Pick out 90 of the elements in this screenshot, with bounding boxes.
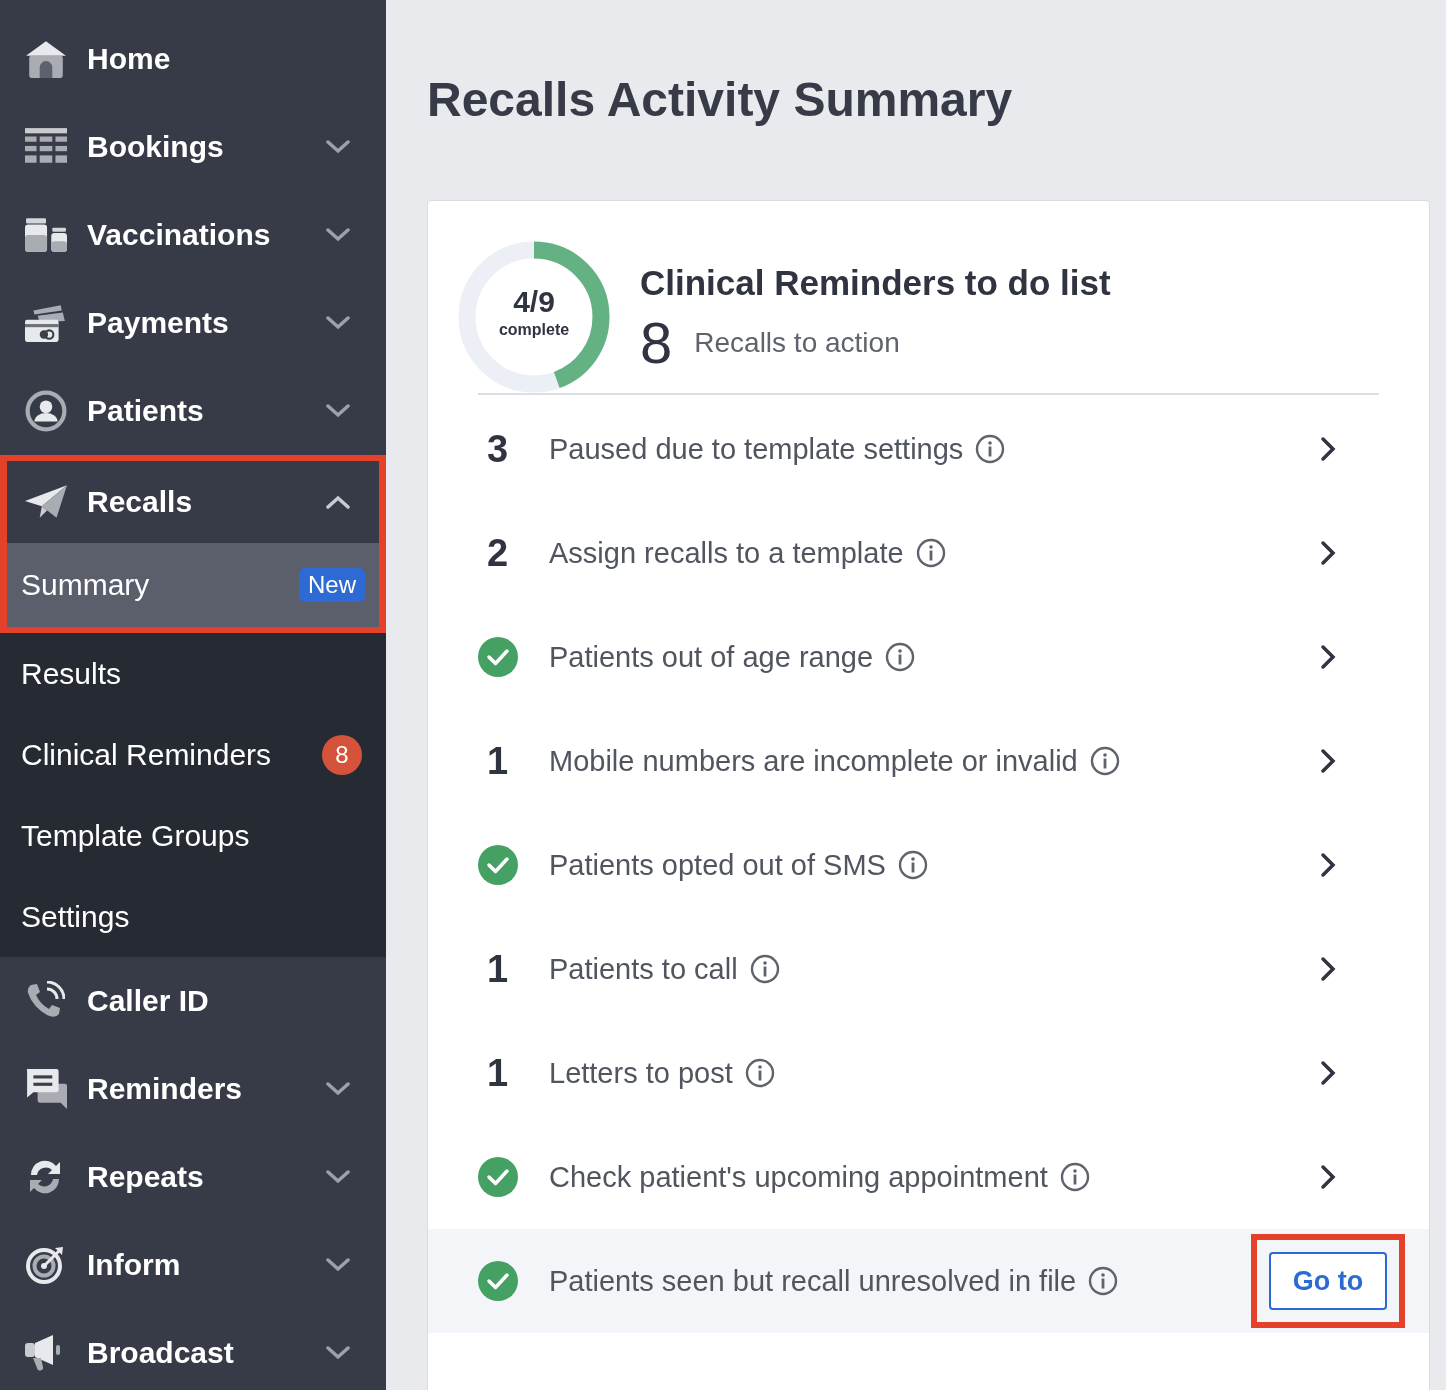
submenu-label: Summary — [21, 568, 151, 602]
info-icon[interactable] — [1089, 746, 1120, 776]
badge: 8 — [322, 734, 362, 775]
submenu-label: Template Groups — [21, 818, 251, 853]
chevron-down-icon — [326, 1346, 350, 1360]
task-label: Check patient's upcoming appointment — [549, 1160, 1048, 1194]
go-to-button[interactable]: Go to — [1269, 1252, 1387, 1310]
nav-item[interactable]: Caller ID — [0, 957, 386, 1045]
task-label: Paused due to template settings — [549, 432, 964, 466]
chat-bubbles-icon — [25, 1069, 67, 1109]
chevron-up-icon — [326, 495, 350, 509]
info-icon[interactable] — [749, 954, 780, 984]
chevron-down-icon — [326, 140, 350, 154]
info-icon[interactable] — [1088, 1266, 1119, 1296]
card-heading: Clinical Reminders to do list — [640, 263, 1111, 303]
chevron-right-icon[interactable] — [1320, 1060, 1336, 1086]
progress-caption: complete — [498, 321, 570, 339]
info-icon[interactable] — [1059, 1162, 1090, 1192]
submenu-item[interactable]: Results — [0, 633, 386, 714]
chevron-down-icon — [326, 228, 350, 242]
nav-item[interactable]: Repeats — [0, 1133, 386, 1221]
chevron-down-icon — [326, 1082, 350, 1096]
badge: New — [299, 568, 365, 602]
submenu-item[interactable]: Settings — [0, 876, 386, 957]
task-row[interactable]: Patients seen but recall unresolved in file Go to — [428, 1229, 1429, 1333]
submenu-item[interactable]: Summary New — [7, 543, 379, 627]
task-row[interactable]: Patients out of age range — [428, 605, 1429, 709]
page-title: Recalls Activity Summary — [427, 72, 1014, 128]
chevron-down-icon — [326, 404, 350, 418]
submenu-label: Clinical Reminders — [21, 737, 273, 772]
task-row[interactable]: 2 Assign recalls to a template — [428, 501, 1429, 605]
nav-item[interactable]: Broadcast — [0, 1309, 386, 1390]
chevron-down-icon — [326, 1258, 350, 1272]
task-row[interactable]: 1 Patients to call — [428, 917, 1429, 1021]
nav-item[interactable]: Home — [0, 15, 386, 103]
chevron-down-icon — [326, 316, 350, 330]
nav-item[interactable]: Bookings — [0, 103, 386, 191]
task-label: Letters to post — [549, 1056, 733, 1090]
target-icon — [25, 1245, 65, 1285]
credit-card-icon — [25, 302, 67, 344]
info-icon[interactable] — [744, 1058, 775, 1088]
recall-count: 8 — [640, 309, 673, 376]
submenu-item[interactable]: Clinical Reminders 8 — [0, 714, 386, 795]
check-circle-icon — [478, 1261, 518, 1301]
chevron-right-icon[interactable] — [1320, 748, 1336, 774]
task-count: 3 — [486, 427, 509, 471]
user-circle-icon — [25, 390, 67, 432]
table-icon — [25, 128, 67, 166]
chevron-right-icon[interactable] — [1320, 1164, 1336, 1190]
task-row[interactable]: 1 Letters to post — [428, 1021, 1429, 1125]
check-circle-icon — [478, 1157, 518, 1197]
count-label: Recalls to action — [694, 326, 900, 359]
task-label: Mobile numbers are incomplete or invalid — [549, 744, 1078, 778]
task-label: Patients out of age range — [549, 640, 874, 674]
task-label: Patients opted out of SMS — [549, 848, 886, 882]
paper-plane-icon — [25, 484, 67, 520]
info-icon[interactable] — [897, 850, 928, 880]
chevron-right-icon[interactable] — [1320, 956, 1336, 982]
bottles-icon — [25, 218, 67, 252]
nav-item[interactable]: Patients — [0, 367, 386, 455]
chevron-right-icon[interactable] — [1320, 540, 1336, 566]
chevron-down-icon — [326, 1170, 350, 1184]
info-icon[interactable] — [975, 434, 1006, 464]
nav-item[interactable]: Recalls — [7, 461, 379, 543]
chevron-right-icon[interactable] — [1320, 644, 1336, 670]
task-label: Patients seen but recall unresolved in file — [549, 1264, 1077, 1298]
nav-item[interactable]: Payments — [0, 279, 386, 367]
task-row[interactable]: Patients opted out of SMS — [428, 813, 1429, 917]
submenu-label: Settings — [21, 899, 131, 934]
task-count: 1 — [486, 739, 509, 783]
chevron-right-icon[interactable] — [1320, 436, 1336, 462]
nav-item[interactable]: Reminders — [0, 1045, 386, 1133]
info-icon[interactable] — [915, 538, 946, 568]
task-row[interactable]: Check patient's upcoming appointment — [428, 1125, 1429, 1229]
task-count: 2 — [486, 531, 509, 575]
task-row[interactable]: 1 Mobile numbers are incomplete or invalid — [428, 709, 1429, 813]
submenu-label: Results — [21, 656, 123, 691]
nav-item[interactable]: Vaccinations — [0, 191, 386, 279]
task-label: Patients to call — [549, 952, 738, 986]
info-icon[interactable] — [885, 642, 916, 672]
check-circle-icon — [478, 637, 518, 677]
chevron-right-icon[interactable] — [1320, 852, 1336, 878]
task-count: 1 — [486, 947, 509, 991]
submenu-item[interactable]: Template Groups — [0, 795, 386, 876]
task-label: Assign recalls to a template — [549, 536, 904, 570]
task-row[interactable]: 3 Paused due to template settings — [428, 397, 1429, 501]
nav-item[interactable]: Inform — [0, 1221, 386, 1309]
progress-fraction: 4/9 — [513, 285, 555, 319]
check-circle-icon — [478, 845, 518, 885]
task-count: 1 — [486, 1051, 509, 1095]
